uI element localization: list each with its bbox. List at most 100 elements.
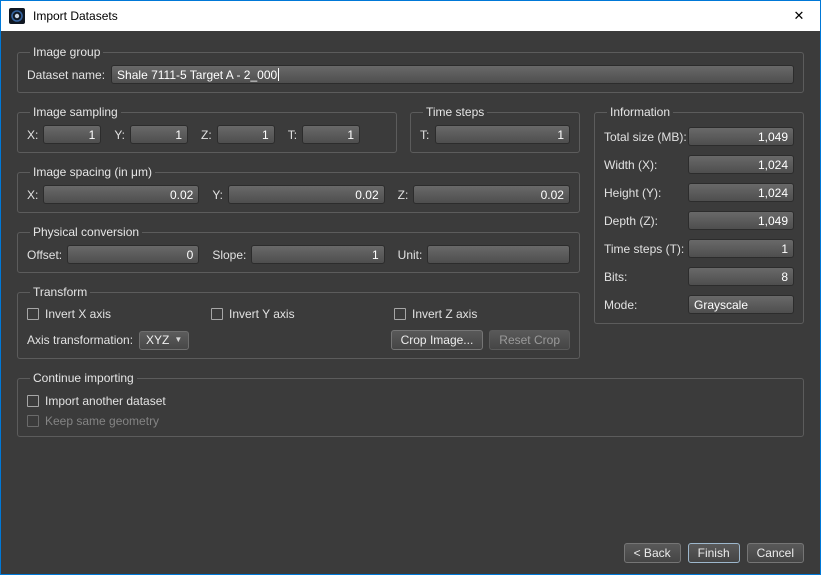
spacing-y-input[interactable]: 0.02 <box>228 185 385 204</box>
invert-z-checkbox[interactable]: Invert Z axis <box>394 307 477 321</box>
height-label: Height (Y): <box>604 186 661 200</box>
titlebar[interactable]: Import Datasets ✕ <box>1 1 820 31</box>
invert-y-checkbox-box <box>211 308 223 320</box>
info-row-bits: Bits: 8 <box>604 267 794 286</box>
sampling-t-label: T: <box>288 128 297 142</box>
sampling-z-group: Z: 1 <box>201 125 275 144</box>
invert-z-checkbox-box <box>394 308 406 320</box>
dataset-name-label: Dataset name: <box>27 68 105 82</box>
keep-geometry-checkbox-box <box>27 415 39 427</box>
time-steps-legend: Time steps <box>423 106 487 119</box>
image-sampling-section: Image sampling X: 1 Y: 1 Z: <box>17 106 397 153</box>
image-sampling-legend: Image sampling <box>30 106 121 119</box>
image-sampling-fields: X: 1 Y: 1 Z: 1 <box>27 125 387 144</box>
import-datasets-dialog: Import Datasets ✕ Image group Dataset na… <box>0 0 821 575</box>
import-another-label: Import another dataset <box>45 394 166 408</box>
width-label: Width (X): <box>604 158 657 172</box>
unit-group: Unit: <box>398 245 570 264</box>
keep-geometry-label: Keep same geometry <box>45 414 159 428</box>
info-row-mode: Mode: Grayscale <box>604 295 794 314</box>
sampling-y-input[interactable]: 1 <box>130 125 188 144</box>
time-steps-row: T: 1 <box>420 125 570 144</box>
sampling-x-group: X: 1 <box>27 125 101 144</box>
unit-label: Unit: <box>398 248 423 262</box>
width-value: 1,024 <box>688 155 794 174</box>
info-time-steps-label: Time steps (T): <box>604 242 684 256</box>
crop-image-button[interactable]: Crop Image... <box>391 330 484 350</box>
import-another-checkbox-box <box>27 395 39 407</box>
image-group-section: Image group Dataset name: Shale 7111-5 T… <box>17 46 804 93</box>
physical-conversion-section: Physical conversion Offset: 0 Slope: 1 U… <box>17 226 580 273</box>
invert-z-label: Invert Z axis <box>412 307 477 321</box>
text-caret <box>278 68 279 81</box>
info-row-time-steps: Time steps (T): 1 <box>604 239 794 258</box>
time-steps-label: T: <box>420 128 429 142</box>
slope-group: Slope: 1 <box>212 245 384 264</box>
dialog-content: Image group Dataset name: Shale 7111-5 T… <box>1 31 820 574</box>
spacing-z-label: Z: <box>398 188 409 202</box>
sampling-y-group: Y: 1 <box>114 125 188 144</box>
invert-checkboxes-row: Invert X axis Invert Y axis Invert Z axi… <box>27 307 570 321</box>
spacing-z-input[interactable]: 0.02 <box>413 185 570 204</box>
invert-y-checkbox[interactable]: Invert Y axis <box>211 307 394 321</box>
info-row-total-size: Total size (MB): 1,049 <box>604 127 794 146</box>
finish-button[interactable]: Finish <box>688 543 740 563</box>
info-row-depth: Depth (Z): 1,049 <box>604 211 794 230</box>
physical-conversion-fields: Offset: 0 Slope: 1 Unit: <box>27 245 570 264</box>
cancel-button[interactable]: Cancel <box>747 543 804 563</box>
back-button[interactable]: < Back <box>624 543 681 563</box>
offset-label: Offset: <box>27 248 62 262</box>
continue-importing-legend: Continue importing <box>30 372 137 385</box>
sampling-t-input[interactable]: 1 <box>302 125 360 144</box>
close-icon[interactable]: ✕ <box>778 1 820 31</box>
total-size-value: 1,049 <box>688 127 794 146</box>
image-group-legend: Image group <box>30 46 103 59</box>
axis-transformation-value: XYZ <box>146 333 169 347</box>
axis-transformation-dropdown[interactable]: XYZ ▼ <box>139 331 189 350</box>
time-steps-input[interactable]: 1 <box>435 125 570 144</box>
sampling-t-group: T: 1 <box>288 125 360 144</box>
spacing-x-input[interactable]: 0.02 <box>43 185 199 204</box>
reset-crop-button: Reset Crop <box>489 330 570 350</box>
axis-transformation-label: Axis transformation: <box>27 333 133 347</box>
sampling-timesteps-row: Image sampling X: 1 Y: 1 Z: <box>17 106 580 166</box>
info-row-width: Width (X): 1,024 <box>604 155 794 174</box>
transform-section: Transform Invert X axis Invert Y axis <box>17 286 580 359</box>
slope-input[interactable]: 1 <box>251 245 384 264</box>
import-another-dataset-checkbox[interactable]: Import another dataset <box>27 394 794 408</box>
transform-legend: Transform <box>30 286 90 299</box>
window-title: Import Datasets <box>33 9 770 23</box>
sampling-z-input[interactable]: 1 <box>217 125 275 144</box>
continue-importing-section: Continue importing Import another datase… <box>17 372 804 437</box>
sampling-x-label: X: <box>27 128 38 142</box>
sampling-z-label: Z: <box>201 128 212 142</box>
depth-label: Depth (Z): <box>604 214 658 228</box>
bits-label: Bits: <box>604 270 627 284</box>
slope-label: Slope: <box>212 248 246 262</box>
invert-x-checkbox-box <box>27 308 39 320</box>
dataset-name-value: Shale 7111-5 Target A - 2_000 <box>117 68 277 82</box>
invert-x-checkbox[interactable]: Invert X axis <box>27 307 211 321</box>
depth-value: 1,049 <box>688 211 794 230</box>
image-spacing-legend: Image spacing (in μm) <box>30 166 155 179</box>
dataset-name-row: Dataset name: Shale 7111-5 Target A - 2_… <box>27 65 794 84</box>
keep-same-geometry-checkbox: Keep same geometry <box>27 414 794 428</box>
unit-input[interactable] <box>427 245 570 264</box>
dataset-name-input[interactable]: Shale 7111-5 Target A - 2_000 <box>111 65 794 84</box>
information-section: Information Total size (MB): 1,049 Width… <box>594 106 804 324</box>
info-time-steps-value: 1 <box>688 239 794 258</box>
invert-y-label: Invert Y axis <box>229 307 295 321</box>
bits-value: 8 <box>688 267 794 286</box>
offset-input[interactable]: 0 <box>67 245 199 264</box>
sampling-y-label: Y: <box>114 128 125 142</box>
mode-label: Mode: <box>604 298 637 312</box>
sampling-x-input[interactable]: 1 <box>43 125 101 144</box>
spacing-y-label: Y: <box>212 188 223 202</box>
offset-group: Offset: 0 <box>27 245 199 264</box>
mode-value: Grayscale <box>688 295 794 314</box>
spacing-z-group: Z: 0.02 <box>398 185 570 204</box>
dialog-footer: < Back Finish Cancel <box>624 543 804 563</box>
time-steps-section: Time steps T: 1 <box>410 106 580 153</box>
total-size-label: Total size (MB): <box>604 130 687 144</box>
spacing-x-group: X: 0.02 <box>27 185 199 204</box>
